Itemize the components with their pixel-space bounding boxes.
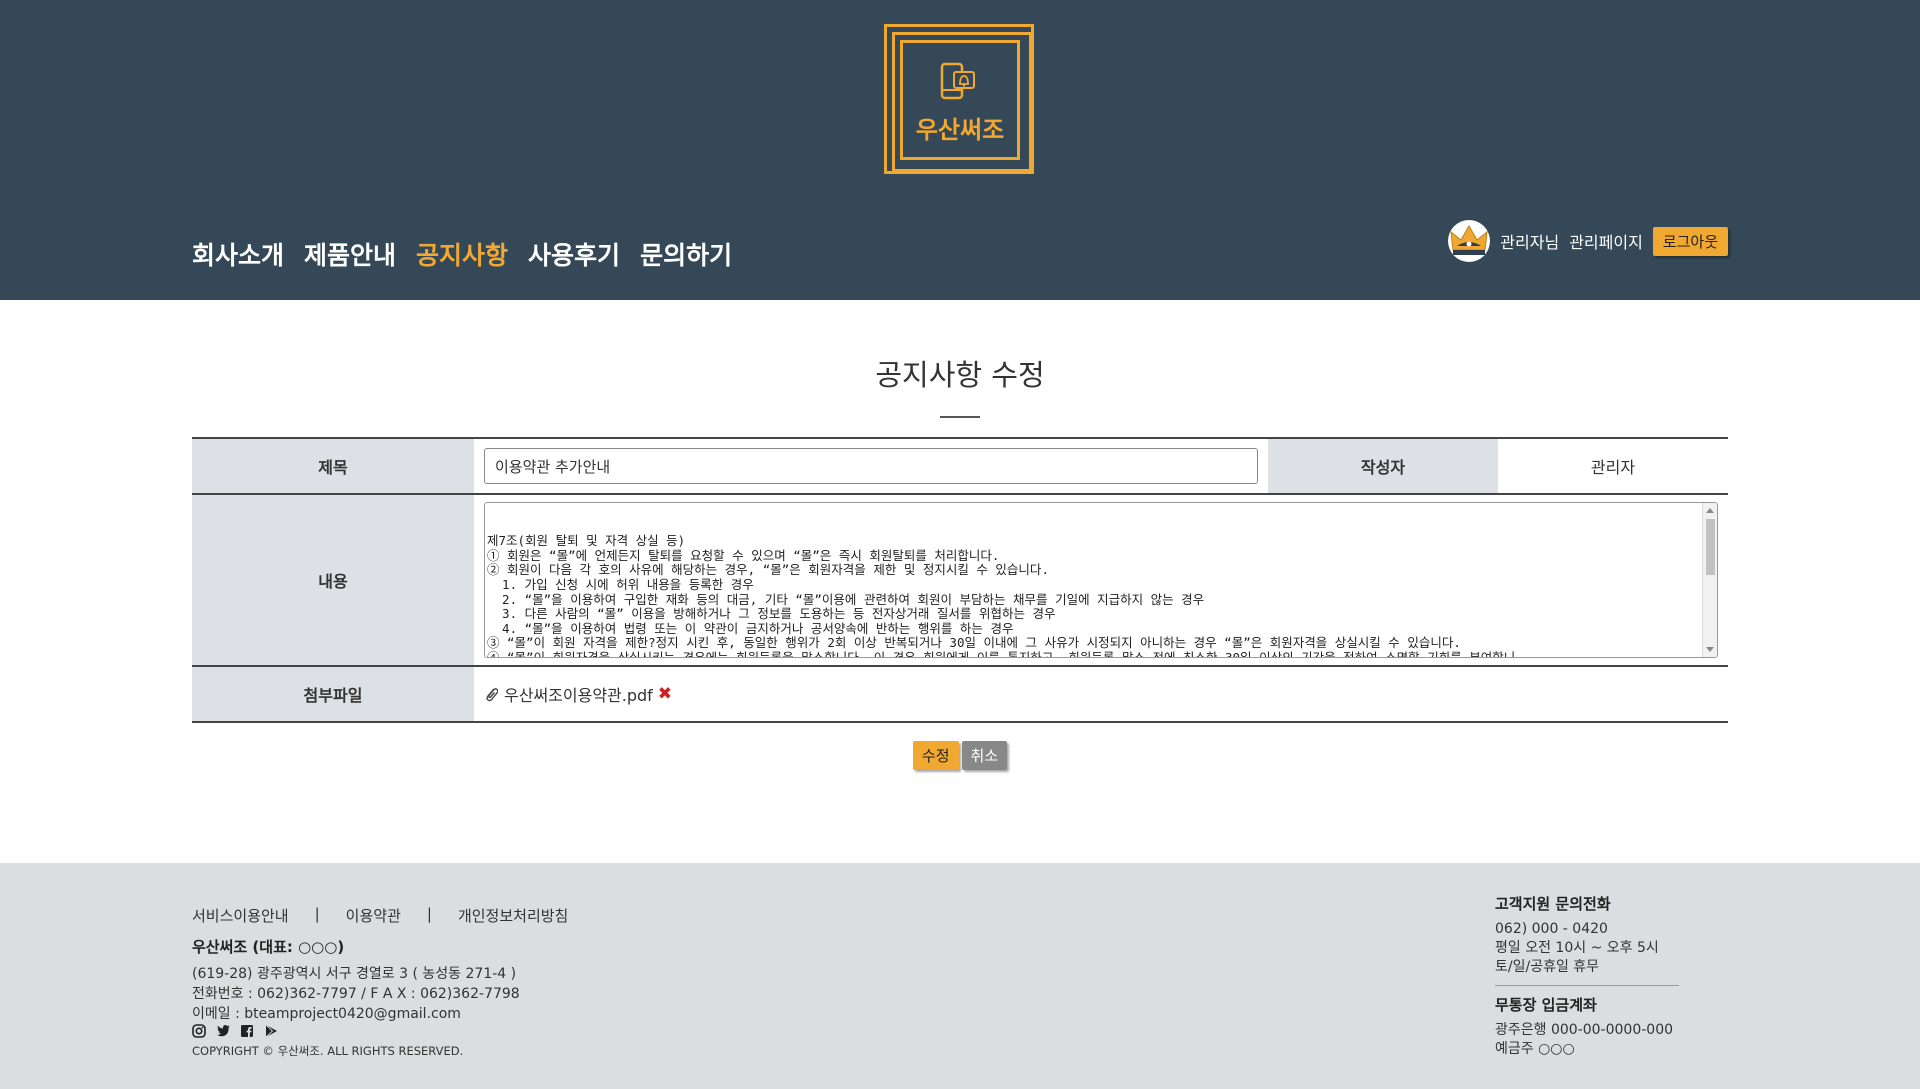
play-store-icon[interactable] (264, 1023, 278, 1038)
footer-copyright: COPYRIGHT © 우산써조. ALL RIGHTS RESERVED. (192, 1044, 464, 1058)
content-textarea[interactable]: 제7조(회원 탈퇴 및 자격 상실 등) ① 회원은 “몰”에 언제든지 탈퇴를… (484, 502, 1718, 658)
nav-item-products[interactable]: 제품안내 (304, 236, 396, 272)
author-value: 관리자 (1590, 458, 1636, 477)
author-label: 작성자 (1268, 439, 1498, 493)
crown-avatar-icon (1448, 220, 1491, 262)
paperclip-icon (486, 688, 498, 702)
scroll-thumb[interactable] (1706, 519, 1715, 575)
notice-edit-form: 제목 작성자 관리자 내용 제7조(회원 탈퇴 및 자격 상실 등) ① 회원은… (192, 437, 1728, 723)
nav-item-reviews[interactable]: 사용후기 (528, 236, 620, 272)
support-off-days: 토/일/공휴일 휴무 (1495, 959, 1600, 975)
logout-button[interactable]: 로그아웃 (1652, 226, 1728, 256)
footer-link-privacy[interactable]: 개인정보처리방침 (458, 905, 568, 926)
support-phone: 062) 000 - 0420 (1495, 921, 1608, 937)
scroll-down-arrow-icon[interactable] (1706, 647, 1714, 652)
logo-text: 우산써조 (915, 116, 1005, 144)
admin-page-link[interactable]: 관리페이지 (1569, 229, 1643, 253)
save-button[interactable]: 수정 (912, 741, 959, 770)
user-greeting: 관리자님 (1500, 233, 1560, 252)
footer-support: 고객지원 문의전화 062) 000 - 0420 평일 오전 10시 ~ 오후… (1495, 893, 1679, 1059)
footer-link-separator: | (314, 905, 320, 923)
phone-bell-icon (940, 62, 975, 100)
form-buttons: 수정 취소 (0, 741, 1920, 770)
support-hours: 평일 오전 10시 ~ 오후 5시 (1495, 940, 1659, 956)
footer-link-terms[interactable]: 이용약관 (346, 905, 401, 926)
main-nav: 회사소개 제품안내 공지사항 사용후기 문의하기 (192, 236, 732, 272)
support-title: 고객지원 문의전화 (1495, 895, 1611, 913)
scroll-up-arrow-icon[interactable] (1706, 508, 1714, 513)
title-cell (474, 439, 1268, 493)
instagram-icon[interactable] (192, 1023, 206, 1038)
bank-title: 무통장 입금계좌 (1495, 996, 1597, 1014)
footer-link-separator: | (426, 905, 432, 923)
site-logo[interactable]: 우산써조 (884, 24, 1036, 176)
title-underline (940, 416, 980, 418)
facebook-icon[interactable] (240, 1023, 254, 1037)
form-row-file: 첨부파일 우산써조이용약관.pdf ✖ (192, 667, 1728, 723)
footer-address: (619-28) 광주광역시 서구 경열로 3 ( 농성동 271-4 ) (192, 966, 517, 982)
footer-divider (1495, 985, 1679, 986)
content-label: 내용 (192, 495, 474, 665)
file-cell: 우산써조이용약관.pdf ✖ (474, 667, 682, 721)
form-row-content: 내용 제7조(회원 탈퇴 및 자격 상실 등) ① 회원은 “몰”에 언제든지 … (192, 495, 1728, 667)
nav-item-notice[interactable]: 공지사항 (416, 236, 508, 272)
title-label: 제목 (192, 439, 474, 493)
content-scrollbar[interactable] (1702, 503, 1717, 657)
page-title: 공지사항 수정 (875, 358, 1045, 392)
footer-email: 이메일 : bteamproject0420@gmail.com (192, 1006, 461, 1022)
twitter-icon[interactable] (216, 1023, 230, 1037)
footer-phone-fax: 전화번호 : 062)362-7797 / F A X : 062)362-77… (192, 986, 520, 1002)
cancel-button[interactable]: 취소 (961, 741, 1008, 770)
content-text: 제7조(회원 탈퇴 및 자격 상실 등) ① 회원은 “몰”에 언제든지 탈퇴를… (487, 533, 1516, 658)
title-input[interactable] (484, 448, 1258, 484)
footer-link-service[interactable]: 서비스이용안내 (192, 905, 289, 926)
bank-holder: 예금주 ○○○ (1495, 1041, 1575, 1057)
footer-links: 서비스이용안내 | 이용약관 | 개인정보처리방침 (192, 905, 568, 926)
footer-social (192, 1023, 278, 1038)
file-label: 첨부파일 (192, 667, 474, 721)
site-footer: 서비스이용안내 | 이용약관 | 개인정보처리방침 우산써조 (대표: ○○○)… (0, 863, 1920, 1089)
remove-file-icon[interactable]: ✖ (658, 684, 672, 704)
nav-item-inquiry[interactable]: 문의하기 (640, 236, 732, 272)
bank-account: 광주은행 000-00-0000-000 (1495, 1022, 1674, 1038)
nav-item-company[interactable]: 회사소개 (192, 236, 284, 272)
attached-file-name[interactable]: 우산써조이용약관.pdf (504, 682, 653, 706)
footer-company: 우산써조 (대표: ○○○) (192, 938, 345, 956)
site-header: 우산써조 회사소개 제품안내 공지사항 사용후기 문의하기 관리자님 관리페이지… (0, 0, 1920, 300)
user-area: 관리자님 관리페이지 로그아웃 (1448, 220, 1728, 262)
form-row-title: 제목 작성자 관리자 (192, 439, 1728, 495)
